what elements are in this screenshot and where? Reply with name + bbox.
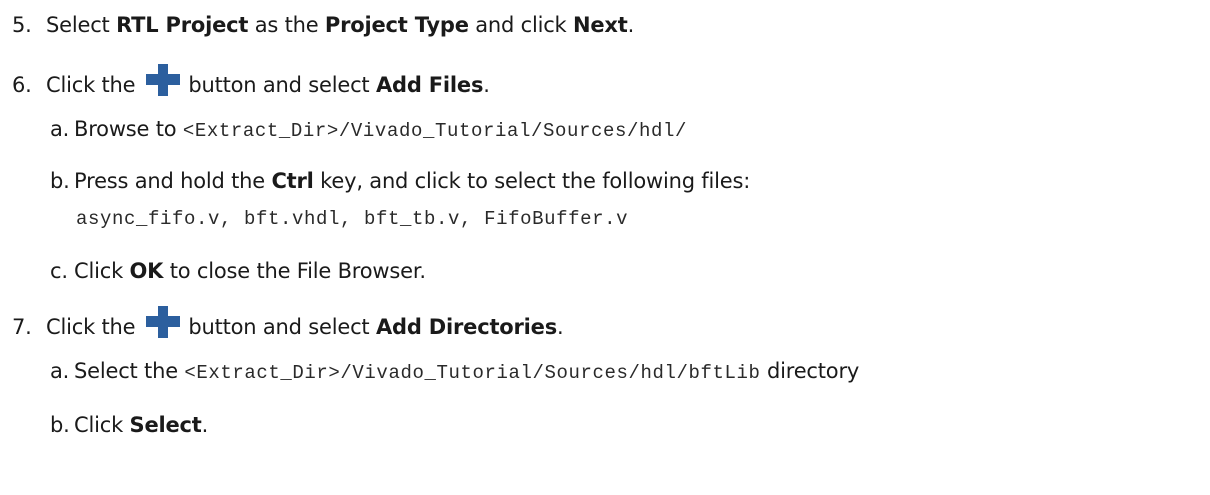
substep-letter: a. <box>50 117 70 141</box>
substep-letter: b. <box>50 413 70 437</box>
step-text: and click <box>468 13 573 37</box>
bold-term: Next <box>573 13 628 37</box>
substep-text: . <box>201 413 209 437</box>
substep-text: Click <box>74 413 130 437</box>
substep-text: key, and click to select the following f… <box>313 169 751 193</box>
plus-icon <box>145 306 180 338</box>
code-path: <Extract_Dir>/Vivado_Tutorial/Sources/hd… <box>184 362 761 384</box>
step-number: 5. <box>12 13 32 37</box>
plus-icon <box>145 64 180 96</box>
step-7: 7. Click the button and select Add Direct… <box>12 306 564 342</box>
step-text: button and select <box>181 315 376 339</box>
step-5: 5. Select RTL Project as the Project Type… <box>12 10 634 40</box>
code-path: <Extract_Dir>/Vivado_Tutorial/Sources/hd… <box>182 120 687 142</box>
substep-text: Browse to <box>74 117 183 141</box>
step-text: Select <box>46 13 117 37</box>
step-number: 7. <box>12 315 32 339</box>
substep-text: Select the <box>74 359 185 383</box>
substep-letter: b. <box>50 169 70 193</box>
bold-term: OK <box>129 259 164 283</box>
substep-text: to close the File Browser. <box>163 259 426 283</box>
step-text: button and select <box>181 73 376 97</box>
substep-7a: a. Select the <Extract_Dir>/Vivado_Tutori… <box>50 356 859 388</box>
substep-6c: c. Click OK to close the File Browser. <box>50 256 426 286</box>
substep-text: directory <box>760 359 860 383</box>
step-text: . <box>557 315 564 339</box>
bold-term: Ctrl <box>271 169 314 193</box>
step-6: 6. Click the button and select Add Files. <box>12 64 490 100</box>
step-text: as the <box>248 13 325 37</box>
bold-term: Add Directories <box>375 315 558 339</box>
substep-letter: a. <box>50 359 70 383</box>
bold-term: Select <box>129 413 202 437</box>
bold-term: RTL Project <box>116 13 249 37</box>
substep-text: Press and hold the <box>74 169 272 193</box>
step-text: Click the <box>46 315 142 339</box>
step-text: . <box>483 73 490 97</box>
substep-7b: b. Click Select. <box>50 410 208 440</box>
step-text: . <box>627 13 635 37</box>
file-list: async_fifo.v, bft.vhdl, bft_tb.v, FifoBu… <box>76 208 629 230</box>
substep-6a: a. Browse to <Extract_Dir>/Vivado_Tutoria… <box>50 114 687 146</box>
step-text: Click the <box>46 73 142 97</box>
bold-term: Project Type <box>324 13 469 37</box>
substep-text: Click <box>74 259 130 283</box>
substep-letter: c. <box>50 259 68 283</box>
bold-term: Add Files <box>375 73 484 97</box>
step-number: 6. <box>12 73 32 97</box>
substep-6b: b. Press and hold the Ctrl key, and click… <box>50 166 750 196</box>
